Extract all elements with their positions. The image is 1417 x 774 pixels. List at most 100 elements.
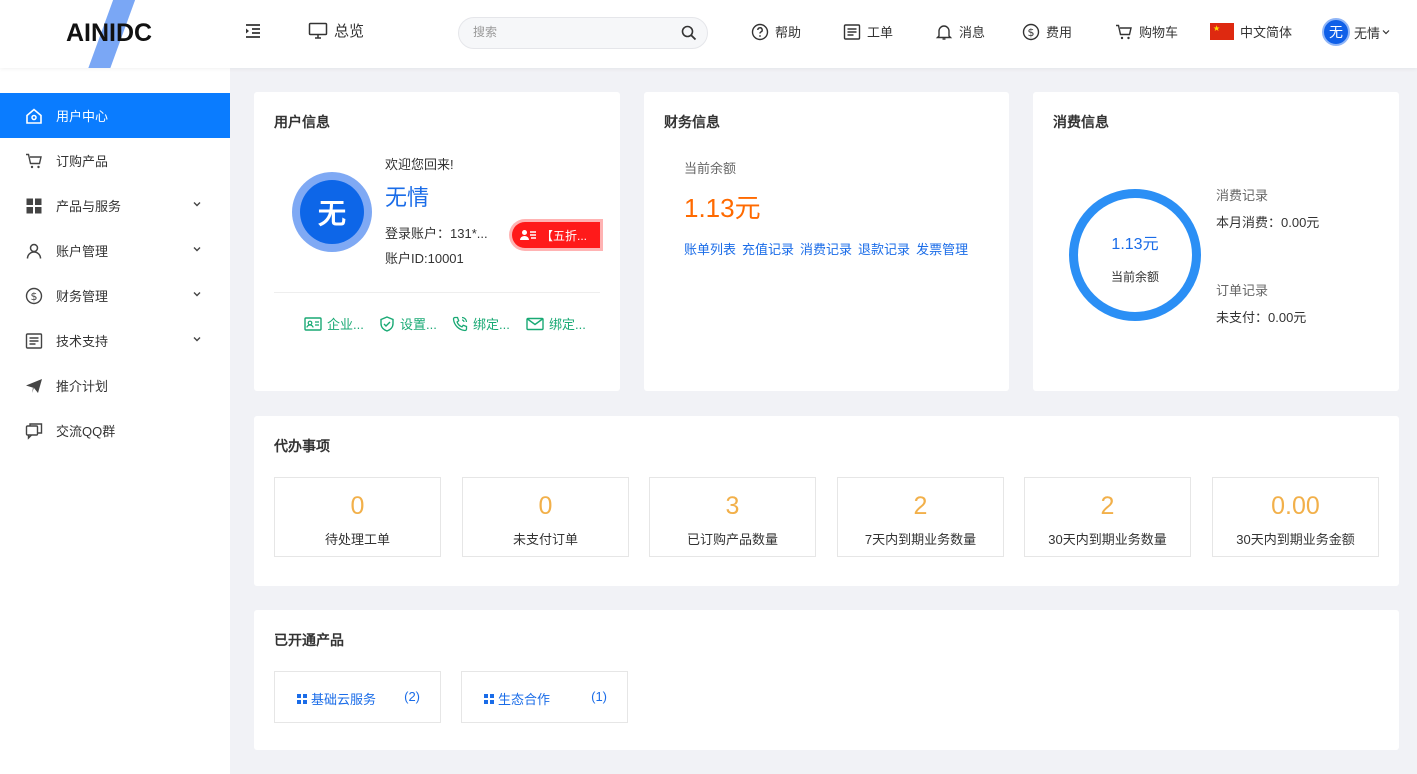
chevron-down-icon	[1382, 30, 1390, 35]
overview-link[interactable]: 总览	[308, 20, 364, 41]
user-menu[interactable]: 无 无情	[1322, 18, 1390, 46]
china-flag-icon	[1210, 23, 1234, 40]
svg-text:$: $	[31, 290, 38, 303]
grid-icon	[297, 693, 307, 704]
cart-label: 购物车	[1139, 25, 1179, 40]
unpaid-orders: 未支付：0.00元	[1216, 310, 1307, 325]
sidebar-item-label: 技术支持	[56, 334, 109, 349]
chevron-down-icon	[193, 292, 201, 297]
divider	[274, 292, 600, 293]
dollar-icon: $	[25, 287, 43, 305]
help-link[interactable]: 帮助	[751, 22, 801, 41]
bind-phone-link[interactable]: 绑定...	[452, 314, 510, 333]
sidebar-item-account[interactable]: 账户管理	[0, 228, 230, 273]
stat-value: 0	[538, 492, 553, 520]
menu-collapse-icon[interactable]	[244, 22, 264, 42]
products-card: 已开通产品 基础云服务 (2) 生态合作 (1)	[254, 610, 1399, 750]
stat-expiring-7-days[interactable]: 2 7天内到期业务数量	[837, 477, 1004, 557]
bill-list-link[interactable]: 账单列表	[684, 239, 736, 258]
sidebar-item-label: 账户管理	[56, 244, 109, 259]
chevron-down-icon	[193, 202, 201, 207]
search-input[interactable]	[473, 25, 673, 39]
sidebar-item-order-products[interactable]: 订购产品	[0, 138, 230, 183]
monitor-icon	[308, 22, 328, 39]
enterprise-cert-link[interactable]: 企业...	[304, 314, 364, 333]
product-basic-cloud[interactable]: 基础云服务 (2)	[274, 671, 441, 723]
cart-link[interactable]: 购物车	[1115, 22, 1178, 41]
user-icon	[25, 242, 43, 260]
chevron-down-icon	[193, 247, 201, 252]
stat-value: 3	[725, 492, 740, 520]
ring-value: 1.13元	[1111, 236, 1159, 253]
security-settings-link[interactable]: 设置...	[379, 314, 437, 333]
shield-check-icon	[380, 315, 394, 332]
language-selector[interactable]: 中文简体	[1210, 22, 1292, 41]
consumption-records-link[interactable]: 消费记录	[800, 239, 852, 258]
search-icon[interactable]	[681, 25, 697, 44]
consumption-info-card: 消费信息 1.13元 当前余额 消费记录 本月消费：0.00元 订单记录 未支付…	[1033, 92, 1399, 391]
cost-link[interactable]: $ 费用	[1022, 22, 1072, 41]
product-count: (2)	[404, 689, 420, 704]
ticket-link[interactable]: 工单	[843, 22, 893, 41]
refund-records-link[interactable]: 退款记录	[858, 239, 910, 258]
recharge-records-link[interactable]: 充值记录	[742, 239, 794, 258]
message-link[interactable]: 消息	[935, 22, 985, 41]
card-title: 已开通产品	[274, 632, 344, 648]
grid-icon	[25, 197, 43, 215]
account-id: 账户ID:10001	[385, 251, 464, 266]
user-card-icon	[520, 230, 536, 240]
cost-label: 费用	[1046, 25, 1073, 40]
id-card-icon	[304, 316, 322, 331]
message-label: 消息	[959, 25, 986, 40]
stat-value: 2	[913, 492, 928, 520]
bind-email-link[interactable]: 绑定...	[526, 314, 586, 333]
svg-text:$: $	[1028, 26, 1035, 39]
balance-label: 当前余额	[684, 161, 737, 176]
monthly-consumption: 本月消费：0.00元	[1216, 215, 1320, 230]
stat-value: 0	[350, 492, 365, 520]
sidebar-item-label: 用户中心	[56, 109, 109, 124]
product-count: (1)	[591, 689, 607, 704]
paper-plane-icon	[25, 377, 43, 395]
search-box[interactable]	[458, 17, 708, 49]
sidebar-item-user-center[interactable]: 用户中心	[0, 93, 230, 138]
sidebar-item-products-services[interactable]: 产品与服务	[0, 183, 230, 228]
sidebar-item-label: 交流QQ群	[56, 424, 116, 439]
cart-icon	[1116, 24, 1132, 39]
login-account: 登录账户：131*...	[385, 226, 488, 241]
vip-badge[interactable]: 【五折...	[512, 222, 600, 248]
ring-label: 当前余额	[1110, 270, 1159, 284]
ticket-icon	[843, 23, 861, 40]
avatar: 无	[1322, 18, 1350, 46]
sidebar-item-finance[interactable]: $ 财务管理	[0, 273, 230, 318]
document-icon	[25, 332, 43, 350]
stat-pending-tickets[interactable]: 0 待处理工单	[274, 477, 441, 557]
product-name: 基础云服务	[311, 692, 377, 707]
stat-ordered-products[interactable]: 3 已订购产品数量	[649, 477, 816, 557]
stat-label: 30天内到期业务数量	[1048, 532, 1167, 547]
ticket-label: 工单	[867, 25, 894, 40]
overview-label: 总览	[334, 23, 365, 40]
chevron-down-icon	[193, 337, 201, 342]
quick-link-label: 企业...	[327, 317, 364, 332]
invoice-management-link[interactable]: 发票管理	[916, 239, 968, 258]
phone-icon	[452, 316, 468, 331]
stat-expiring-30-days-amount[interactable]: 0.00 30天内到期业务金额	[1212, 477, 1379, 557]
stat-label: 待处理工单	[324, 532, 390, 547]
quick-link-label: 绑定...	[473, 317, 510, 332]
user-name: 无情	[1354, 25, 1381, 41]
stat-label: 未支付订单	[512, 532, 578, 547]
mail-icon	[526, 317, 544, 330]
stat-expiring-30-days[interactable]: 2 30天内到期业务数量	[1024, 477, 1191, 557]
logo[interactable]: AINIDC	[0, 0, 230, 68]
card-title: 财务信息	[664, 114, 720, 130]
sidebar-item-qq-group[interactable]: 交流QQ群	[0, 408, 230, 453]
sidebar-item-label: 订购产品	[56, 154, 109, 169]
product-ecosystem[interactable]: 生态合作 (1)	[461, 671, 628, 723]
sidebar-item-referral[interactable]: 推介计划	[0, 363, 230, 408]
stat-label: 30天内到期业务金额	[1236, 532, 1355, 547]
sidebar-item-support[interactable]: 技术支持	[0, 318, 230, 363]
consume-title: 消费记录	[1216, 188, 1269, 203]
quick-link-label: 设置...	[400, 317, 437, 332]
stat-unpaid-orders[interactable]: 0 未支付订单	[462, 477, 629, 557]
